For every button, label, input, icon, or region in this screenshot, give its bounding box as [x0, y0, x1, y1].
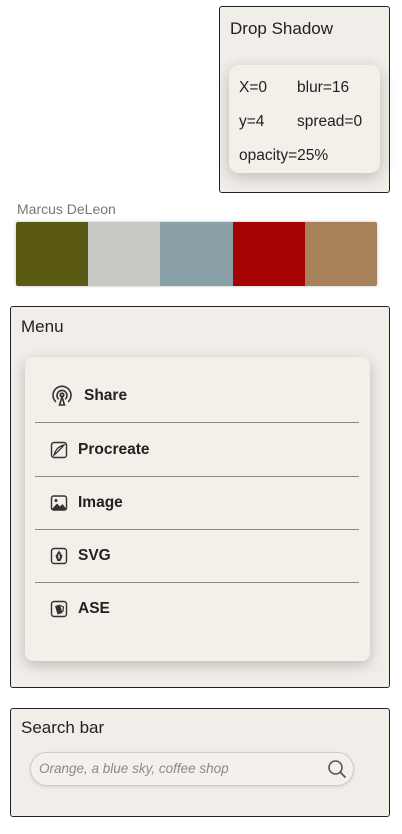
menu-item-svg[interactable]: SVG — [35, 529, 359, 583]
menu-item-image[interactable]: Image — [35, 476, 359, 530]
search-input[interactable] — [37, 753, 323, 784]
menu-card: Share Procreate Image SVG ASE — [25, 357, 370, 661]
procreate-icon — [50, 441, 68, 458]
menu-item-label: Share — [84, 386, 128, 404]
swatch-book-icon — [50, 600, 68, 617]
palette-author: Marcus DeLeon — [17, 201, 116, 217]
search-icon[interactable] — [327, 759, 347, 779]
menu-item-ase[interactable]: ASE — [35, 582, 359, 635]
color-swatch[interactable] — [16, 222, 89, 286]
shadow-opacity-value: opacity=25% — [239, 147, 329, 164]
menu-item-label: Image — [78, 493, 123, 511]
menu-item-label: SVG — [78, 546, 111, 564]
search-bar-panel: Search bar — [10, 708, 390, 817]
drop-shadow-panel: Drop Shadow X=0 blur=16 y=4 spread=0 opa… — [219, 6, 390, 193]
color-swatch[interactable] — [232, 222, 305, 286]
search-bar — [30, 752, 354, 786]
menu-item-share[interactable]: Share — [35, 369, 359, 423]
menu-item-label: Procreate — [78, 440, 150, 458]
shadow-spread-value: spread=0 — [297, 113, 363, 130]
color-swatch[interactable] — [88, 222, 161, 286]
airdrop-icon — [52, 385, 72, 406]
drop-shadow-title: Drop Shadow — [230, 19, 334, 38]
shadow-x-value: X=0 — [239, 79, 268, 96]
menu-panel: Menu Share Procreate Image SVG ASE — [10, 306, 390, 688]
color-swatch[interactable] — [304, 222, 377, 286]
pen-nib-icon — [50, 547, 68, 564]
color-palette — [16, 222, 377, 286]
image-icon — [50, 494, 68, 511]
drop-shadow-card: X=0 blur=16 y=4 spread=0 opacity=25% — [229, 65, 380, 173]
search-bar-title: Search bar — [21, 718, 105, 737]
shadow-blur-value: blur=16 — [297, 79, 350, 96]
color-swatch[interactable] — [160, 222, 233, 286]
menu-item-procreate[interactable]: Procreate — [35, 423, 359, 477]
menu-title: Menu — [21, 317, 64, 336]
shadow-y-value: y=4 — [239, 113, 265, 130]
menu-item-label: ASE — [78, 599, 110, 617]
